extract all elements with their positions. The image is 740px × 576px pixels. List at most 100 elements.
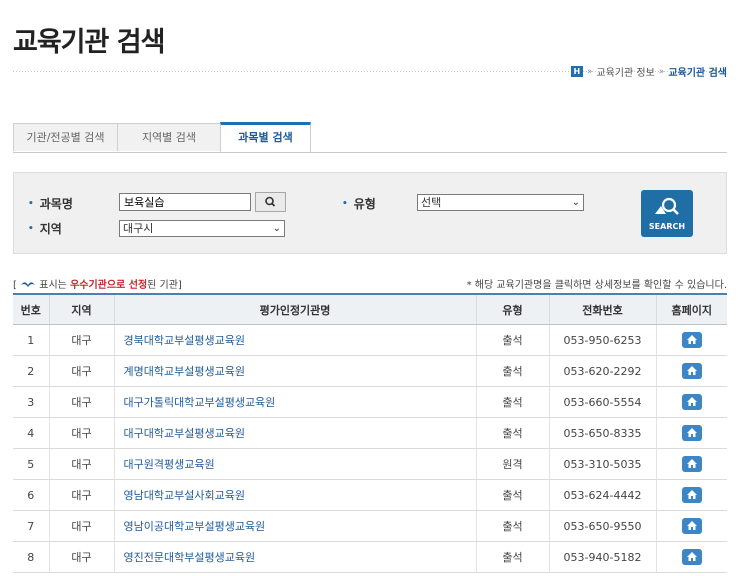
search-icon-button[interactable] (255, 192, 286, 212)
homepage-icon[interactable] (681, 394, 702, 410)
homepage-icon[interactable] (681, 518, 702, 534)
search-button[interactable]: SEARCH (641, 190, 693, 237)
cell-type: 출석 (475, 386, 549, 418)
tab-bar: 기관/전공별 검색 지역별 검색 과목별 검색 (13, 122, 727, 153)
cell-region: 대구 (48, 510, 114, 542)
region-label: • 지역 (28, 220, 62, 237)
cell-region: 대구 (48, 355, 114, 387)
cell-institution-link[interactable]: 영남이공대학교부설평생교육원 (113, 510, 476, 542)
table-row: 7 대구 영남이공대학교부설평생교육원 출석 053-650-9550 (13, 510, 727, 542)
table-row: 4 대구 대구대학교부설평생교육원 출석 053-650-8335 (13, 417, 727, 449)
cell-region: 대구 (48, 386, 114, 418)
cell-number: 7 (13, 510, 49, 542)
cell-number: 3 (13, 386, 49, 418)
header-number: 번호 (13, 293, 49, 325)
homepage-icon[interactable] (681, 332, 702, 348)
type-label: • 유형 (342, 195, 376, 212)
type-select-value: 선택 (421, 196, 442, 209)
cell-phone: 053-310-5035 (548, 448, 656, 480)
legend-text-end: 된 기관] (147, 280, 182, 291)
home-icon[interactable]: H (570, 66, 583, 77)
search-icon (265, 196, 276, 207)
search-button-label: SEARCH (648, 222, 686, 231)
subject-label-text: 과목명 (39, 197, 73, 211)
cell-number: 5 (13, 448, 49, 480)
cell-institution-link[interactable]: 대구대학교부설평생교육원 (113, 417, 476, 449)
chevron-right-icon: » (586, 66, 593, 77)
cell-phone: 053-940-5182 (548, 541, 656, 573)
tab-institution-major[interactable]: 기관/전공별 검색 (13, 123, 118, 151)
cell-homepage (655, 386, 727, 418)
header-region: 지역 (48, 293, 114, 325)
cell-institution-link[interactable]: 계명대학교부설평생교육원 (113, 355, 476, 387)
legend-highlight: 우수기관으로 선정 (70, 280, 148, 291)
magnifier-icon (655, 197, 679, 215)
cell-phone: 053-650-9550 (548, 510, 656, 542)
cell-region: 대구 (48, 448, 114, 480)
cell-number: 8 (13, 541, 49, 573)
cell-type: 출석 (475, 324, 549, 356)
table-row: 2 대구 계명대학교부설평생교육원 출석 053-620-2292 (13, 355, 727, 387)
table-row: 1 대구 경북대학교부설평생교육원 출석 053-950-6253 (13, 324, 727, 356)
breadcrumb-current: 교육기관 검색 (668, 68, 727, 79)
type-label-text: 유형 (353, 197, 376, 211)
cell-institution-link[interactable]: 영남대학교부설사회교육원 (113, 479, 476, 511)
homepage-icon[interactable] (681, 487, 702, 503)
tab-subject[interactable]: 과목별 검색 (220, 122, 311, 152)
region-select-value: 대구시 (123, 222, 154, 235)
breadcrumb: H » 교육기관 정보 » 교육기관 검색 (570, 64, 727, 79)
hint-note: * 해당 교육기관명을 클릭하면 상세정보를 확인할 수 있습니다. (466, 280, 727, 291)
cell-homepage (655, 479, 727, 511)
header-homepage: 홈페이지 (655, 293, 727, 325)
table-header-row: 번호 지역 평가인정기관명 유형 전화번호 홈페이지 (13, 293, 727, 325)
table-row: 5 대구 대구원격평생교육원 원격 053-310-5035 (13, 448, 727, 480)
cell-phone: 053-950-6253 (548, 324, 656, 356)
header-phone: 전화번호 (548, 293, 656, 325)
homepage-icon[interactable] (681, 363, 702, 379)
homepage-icon[interactable] (681, 549, 702, 565)
region-select[interactable]: 대구시 ⌄ (119, 220, 285, 237)
cell-institution-link[interactable]: 대구가톨릭대학교부설평생교육원 (113, 386, 476, 418)
chevron-down-icon: ⌄ (272, 223, 281, 234)
cell-number: 1 (13, 324, 49, 356)
cell-type: 출석 (475, 510, 549, 542)
homepage-icon[interactable] (681, 425, 702, 441)
chevron-right-icon: » (658, 66, 665, 77)
cell-region: 대구 (48, 541, 114, 573)
cell-number: 2 (13, 355, 49, 387)
cell-institution-link[interactable]: 대구원격평생교육원 (113, 448, 476, 480)
cell-phone: 053-650-8335 (548, 417, 656, 449)
page-title: 교육기관 검색 (13, 27, 165, 58)
subject-input[interactable] (119, 193, 251, 211)
header-type: 유형 (475, 293, 549, 325)
cell-homepage (655, 417, 727, 449)
homepage-icon[interactable] (681, 456, 702, 472)
cell-type: 출석 (475, 479, 549, 511)
cell-type: 출석 (475, 355, 549, 387)
table-row: 6 대구 영남대학교부설사회교육원 출석 053-624-4442 (13, 479, 727, 511)
cell-number: 6 (13, 479, 49, 511)
type-select[interactable]: 선택 ⌄ (417, 194, 584, 211)
cell-type: 원격 (475, 448, 549, 480)
cell-homepage (655, 541, 727, 573)
cell-homepage (655, 510, 727, 542)
breadcrumb-item[interactable]: 교육기관 정보 (596, 64, 654, 79)
bird-icon (21, 282, 36, 287)
legend-text: 표시는 (39, 280, 71, 291)
bullet-icon: • (28, 224, 34, 234)
table-row: 8 대구 영진전문대학부설평생교육원 출석 053-940-5182 (13, 541, 727, 573)
table-row: 3 대구 대구가톨릭대학교부설평생교육원 출석 053-660-5554 (13, 386, 727, 418)
header-institution: 평가인정기관명 (113, 293, 476, 325)
region-label-text: 지역 (39, 222, 62, 236)
legend-prefix: [ (13, 280, 17, 291)
results-table: 번호 지역 평가인정기관명 유형 전화번호 홈페이지 1 대구 경북대학교부설평생교… (13, 293, 727, 573)
cell-homepage (655, 448, 727, 480)
cell-institution-link[interactable]: 영진전문대학부설평생교육원 (113, 541, 476, 573)
cell-institution-link[interactable]: 경북대학교부설평생교육원 (113, 324, 476, 356)
cell-type: 출석 (475, 541, 549, 573)
tab-region[interactable]: 지역별 검색 (117, 123, 221, 151)
cell-homepage (655, 355, 727, 387)
cell-region: 대구 (48, 479, 114, 511)
subject-label: • 과목명 (28, 195, 73, 212)
cell-type: 출석 (475, 417, 549, 449)
